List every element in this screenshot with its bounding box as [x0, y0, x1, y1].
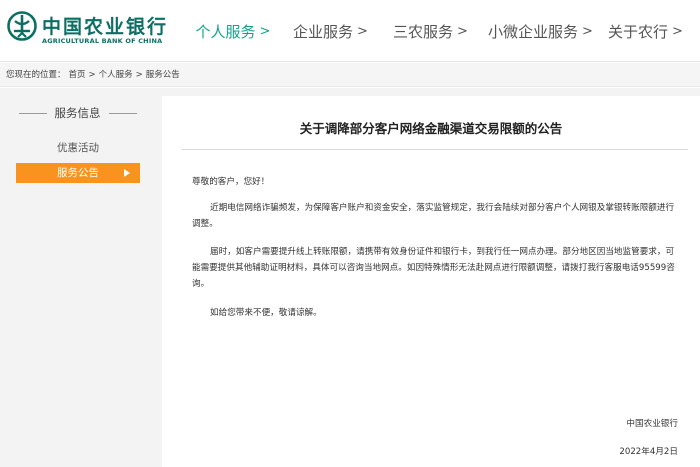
bank-logo[interactable]: 中国农业银行 AGRICULTURAL BANK OF CHINA [7, 9, 167, 53]
nav-label: 小微企业服务 [488, 22, 579, 41]
sidebar-item-label: 服务公告 [57, 167, 99, 179]
divider [18, 113, 47, 114]
divider [108, 113, 137, 114]
nav-rural-services[interactable]: 三农服务 > [383, 0, 478, 62]
nav-personal-services[interactable]: 个人服务 > [188, 0, 278, 62]
nav-label: 三农服务 [393, 22, 454, 41]
chevron-right-icon: > [357, 23, 368, 39]
site-header: 中国农业银行 AGRICULTURAL BANK OF CHINA 个人服务 >… [0, 0, 700, 62]
logo-english-name: AGRICULTURAL BANK OF CHINA [42, 37, 163, 45]
sidebar-title-text: 服务信息 [54, 106, 101, 120]
breadcrumb-prefix: 您现在的位置： [6, 70, 66, 80]
article-paragraph: 近期电信网络诈骗频发，为保障客户账户和资金安全，落实监管规定，我行会陆续对部分客… [192, 203, 675, 229]
chevron-right-icon: > [582, 23, 593, 39]
title-divider [182, 149, 688, 150]
breadcrumb-separator: > [88, 70, 96, 80]
article-paragraph: 如给您带来不便，敬请谅解。 [210, 308, 322, 318]
breadcrumb-current: 服务公告 [145, 70, 180, 80]
breadcrumb: 您现在的位置： 首页 > 个人服务 > 服务公告 [0, 63, 700, 87]
main-nav: 个人服务 > 企业服务 > 三农服务 > 小微企业服务 > 关于农行 > [188, 0, 688, 62]
abc-logo-icon [7, 11, 37, 41]
article-greeting: 尊敬的客户，您好！ [192, 177, 270, 187]
breadcrumb-personal-services[interactable]: 个人服务 [99, 70, 133, 80]
article-date: 2022年4月2日 [619, 447, 678, 457]
sidebar-item-promotions[interactable]: 优惠活动 [16, 138, 140, 158]
chevron-right-icon: > [457, 23, 468, 39]
sidebar-title: 服务信息 [0, 105, 155, 121]
sidebar-item-label: 优惠活动 [57, 142, 99, 154]
nav-label: 关于农行 [608, 22, 669, 41]
article-signature: 中国农业银行 [626, 419, 678, 429]
article-panel: 关于调降部分客户网络金融渠道交易限额的公告 尊敬的客户，您好！ 近期电信网络诈骗… [162, 96, 700, 467]
nav-label: 企业服务 [293, 22, 354, 41]
triangle-right-icon [124, 169, 130, 177]
breadcrumb-home[interactable]: 首页 [69, 70, 86, 80]
nav-enterprise-services[interactable]: 企业服务 > [278, 0, 383, 62]
nav-small-business-services[interactable]: 小微企业服务 > [478, 0, 603, 62]
breadcrumb-separator: > [135, 70, 143, 80]
chevron-right-icon: > [672, 23, 683, 39]
nav-about-abc[interactable]: 关于农行 > [603, 0, 688, 62]
sidebar: 服务信息 优惠活动 服务公告 [0, 88, 155, 467]
article-title: 关于调降部分客户网络金融渠道交易限额的公告 [299, 121, 563, 136]
chevron-right-icon: > [259, 23, 271, 39]
sidebar-item-service-notices[interactable]: 服务公告 [16, 163, 140, 183]
article-paragraph: 届时，如客户需要提升线上转账限额，请携带有效身份证件和银行卡，到我行任一网点办理… [192, 247, 675, 289]
logo-chinese-name: 中国农业银行 [42, 16, 169, 38]
nav-label: 个人服务 [195, 22, 256, 41]
